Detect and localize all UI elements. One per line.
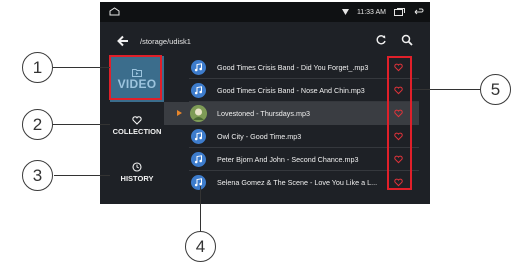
head-unit-screen: 11:33 AM /storage/udisk1 VIDEO COLLECTIO…	[100, 2, 430, 204]
music-note-icon	[191, 60, 206, 75]
song-title: Good Times Crisis Band - Nose And Chin.m…	[217, 86, 365, 95]
song-row[interactable]: Peter Bjorn And John - Second Chance.mp3	[164, 148, 419, 171]
music-note-icon	[191, 129, 206, 144]
callout-5: 5	[480, 74, 511, 105]
song-list: Good Times Crisis Band - Did You Forget_…	[164, 56, 419, 194]
status-time: 11:33 AM	[356, 8, 386, 16]
window-icon[interactable]	[394, 8, 405, 16]
favorites-highlight-box	[387, 56, 412, 190]
sidebar-item-history[interactable]: HISTORY	[110, 150, 164, 194]
callout-3: 3	[22, 160, 53, 191]
callout-line-5	[412, 89, 482, 90]
song-row[interactable]: Owl City - Good Time.mp3	[164, 125, 419, 148]
home-icon[interactable]	[109, 7, 120, 16]
song-title: Lovestoned - Thursdays.mp3	[217, 109, 310, 118]
status-bar: 11:33 AM	[100, 2, 430, 22]
song-title: Owl City - Good Time.mp3	[217, 132, 302, 141]
sidebar-item-label: HISTORY	[120, 173, 154, 183]
song-title: Good Times Crisis Band - Did You Forget_…	[217, 63, 369, 72]
song-row[interactable]: Good Times Crisis Band - Nose And Chin.m…	[164, 79, 419, 102]
heart-outline-icon	[132, 116, 142, 125]
path-bar: /storage/udisk1	[100, 30, 430, 54]
search-icon[interactable]	[401, 34, 413, 46]
song-title: Selena Gomez & The Scene - Love You Like…	[217, 178, 378, 187]
return-icon[interactable]	[413, 8, 424, 16]
sidebar-item-label: COLLECTION	[112, 127, 162, 136]
sidebar-item-collection[interactable]: COLLECTION	[110, 104, 164, 148]
callout-2: 2	[22, 109, 53, 140]
music-note-icon	[191, 152, 206, 167]
song-title: Peter Bjorn And John - Second Chance.mp3	[217, 155, 359, 164]
song-row[interactable]: Selena Gomez & The Scene - Love You Like…	[164, 171, 419, 194]
callout-line-3	[54, 175, 110, 176]
song-row[interactable]: Good Times Crisis Band - Did You Forget_…	[164, 56, 419, 79]
current-path: /storage/udisk1	[140, 37, 191, 46]
now-playing-icon	[177, 110, 182, 116]
callout-line-4	[200, 186, 201, 234]
callout-line-2	[52, 124, 110, 125]
video-highlight-box	[109, 55, 162, 100]
callout-line-1	[53, 67, 110, 68]
music-note-icon	[191, 175, 206, 190]
music-note-icon	[191, 83, 206, 98]
callout-1: 1	[22, 52, 53, 83]
song-row-playing[interactable]: Lovestoned - Thursdays.mp3	[164, 102, 419, 125]
album-art-icon	[190, 105, 207, 122]
wifi-icon	[341, 9, 349, 15]
clock-icon	[132, 161, 142, 172]
callout-4: 4	[185, 231, 216, 262]
back-arrow-icon[interactable]	[116, 34, 130, 48]
refresh-icon[interactable]	[375, 34, 387, 46]
